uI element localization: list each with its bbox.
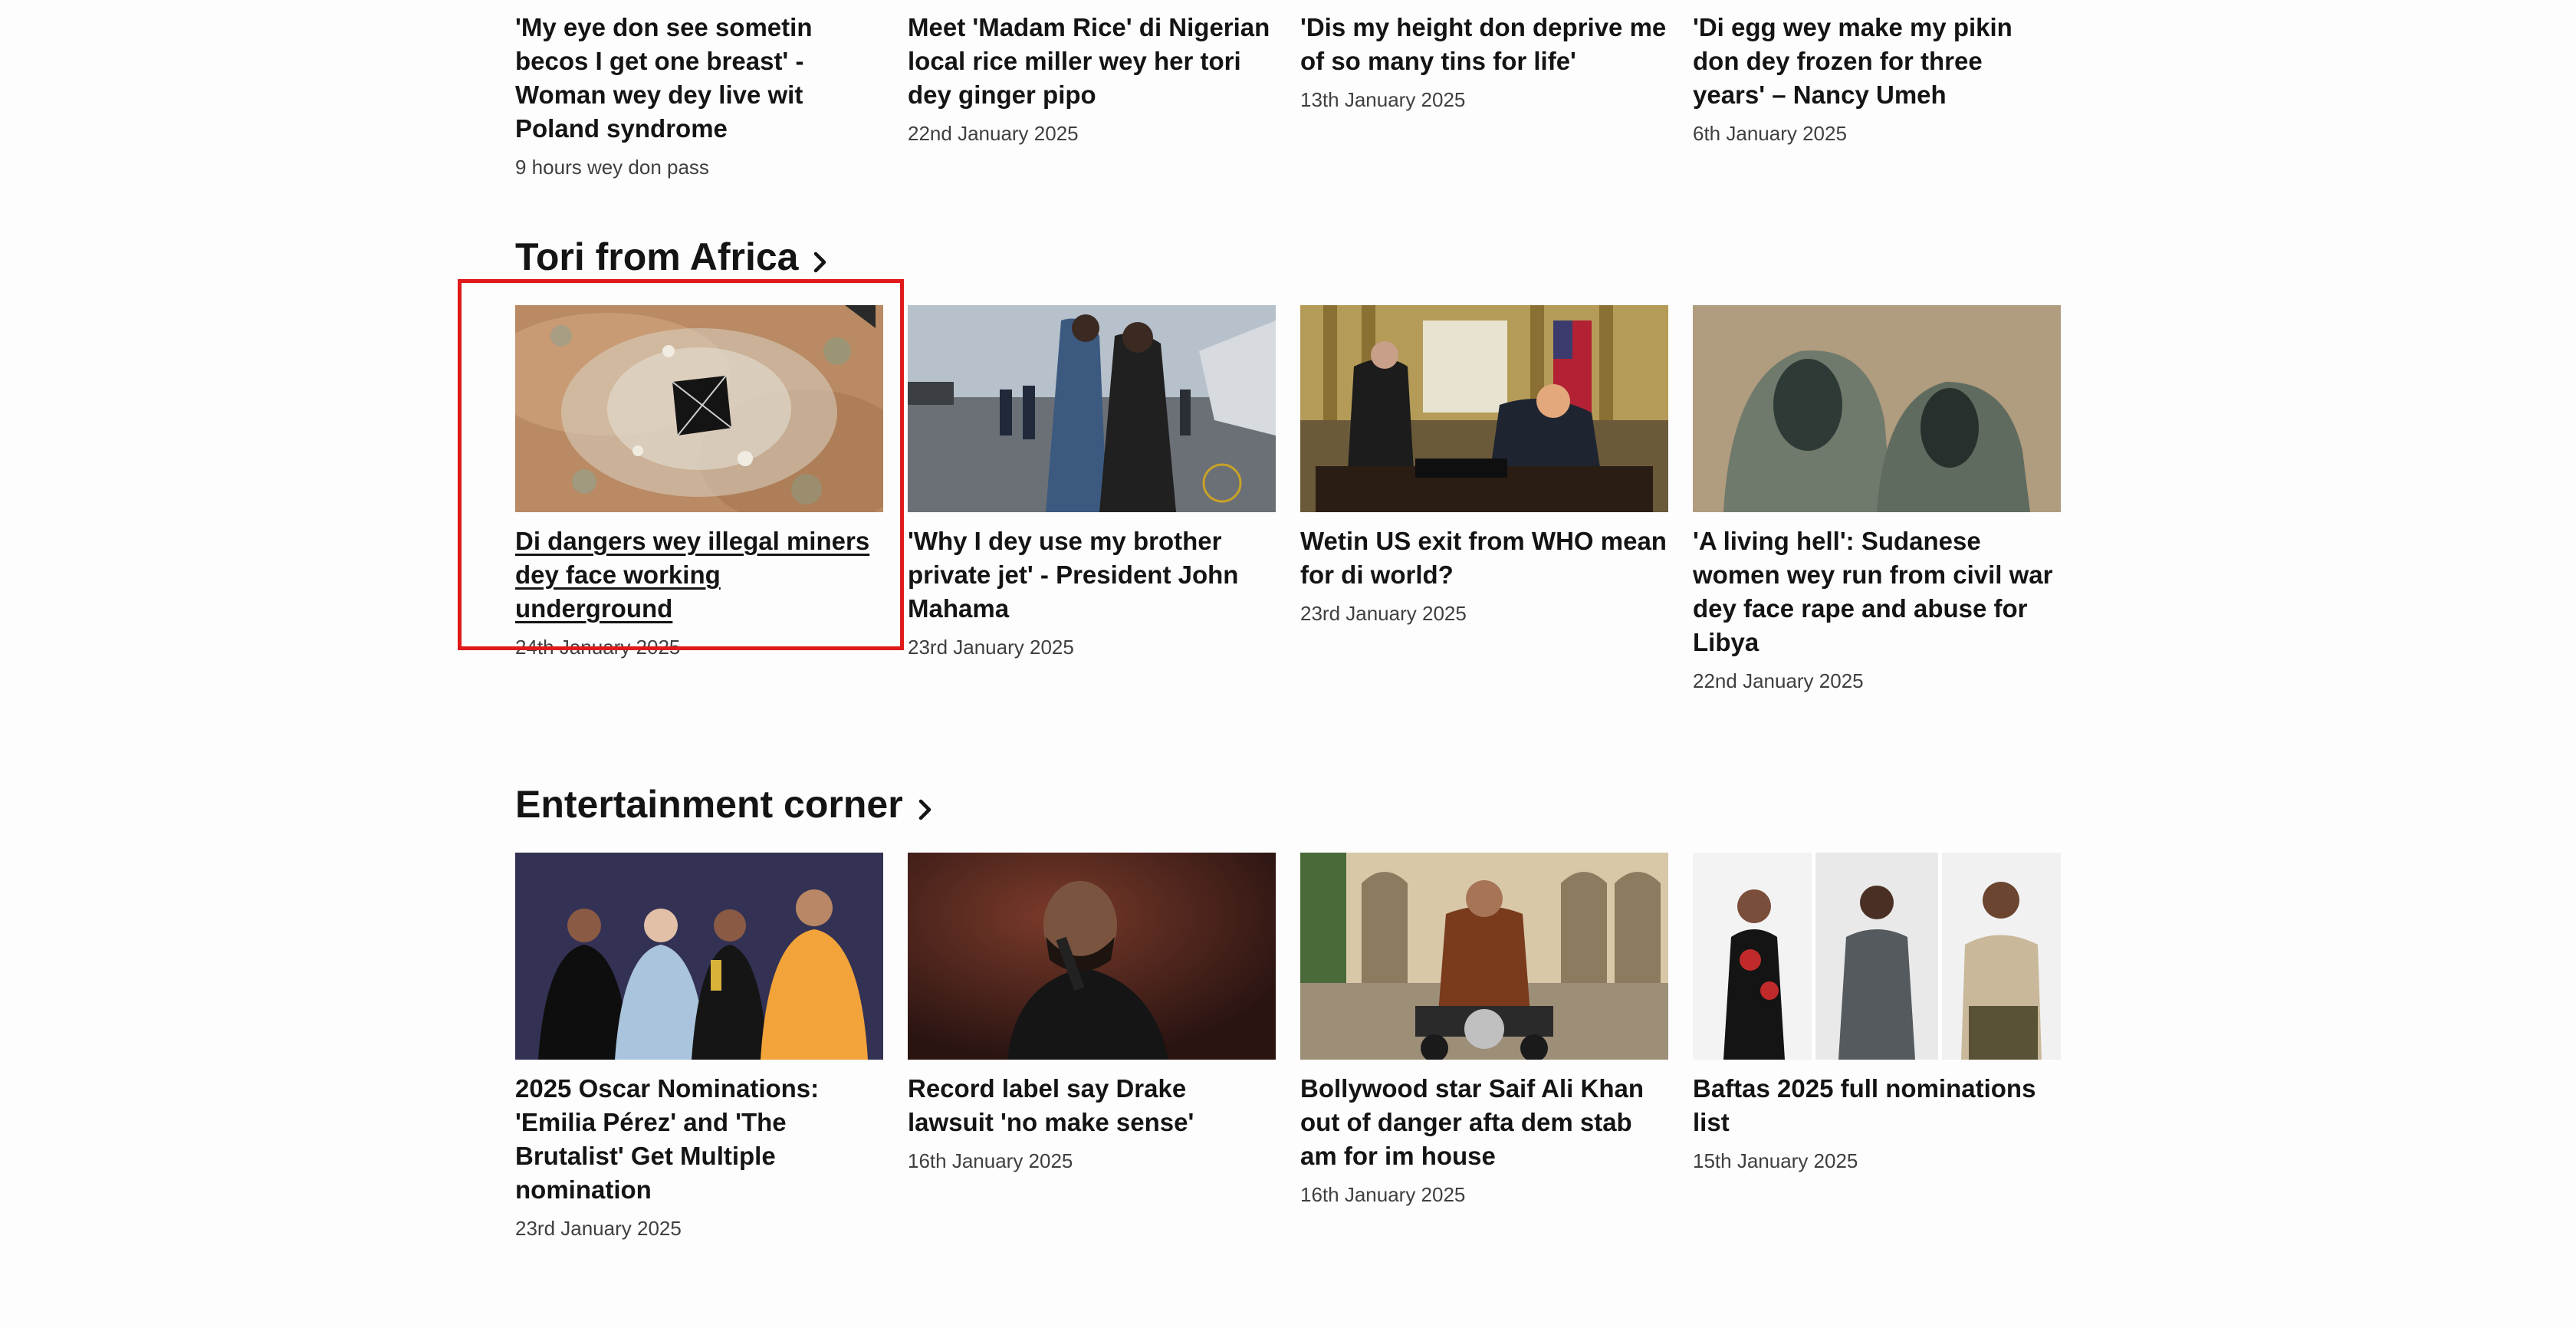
- story-card-drake-lawsuit[interactable]: Record label say Drake lawsuit 'no make …: [908, 853, 1276, 1241]
- story-card[interactable]: 'Di egg wey make my pikin don dey frozen…: [1693, 0, 2061, 179]
- story-date: 9 hours wey don pass: [515, 156, 709, 179]
- story-headline[interactable]: 'A living hell': Sudanese women wey run …: [1693, 512, 2061, 659]
- story-headline[interactable]: Di dangers wey illegal miners dey face w…: [515, 512, 883, 626]
- chevron-right-icon: [917, 785, 934, 831]
- story-card[interactable]: 'Dis my height don deprive me of so many…: [1300, 0, 1668, 179]
- story-card[interactable]: 'My eye don see sometin becos I get one …: [515, 0, 883, 179]
- story-date: 15th January 2025: [1693, 1149, 1858, 1172]
- story-date: 16th January 2025: [1300, 1183, 1466, 1206]
- story-headline[interactable]: 'Why I dey use my brother private jet' -…: [908, 512, 1276, 626]
- story-date: 16th January 2025: [908, 1149, 1073, 1172]
- story-card-mahama-jet[interactable]: 'Why I dey use my brother private jet' -…: [908, 305, 1276, 693]
- story-headline[interactable]: 'My eye don see sometin becos I get one …: [515, 0, 883, 146]
- story-image-oval-office-signing[interactable]: [1300, 305, 1668, 512]
- story-date: 6th January 2025: [1693, 122, 1847, 145]
- story-card-oscar-nominations[interactable]: 2025 Oscar Nominations: 'Emilia Pérez' a…: [515, 853, 883, 1241]
- story-headline[interactable]: 'Dis my height don deprive me of so many…: [1300, 0, 1668, 78]
- story-card[interactable]: Meet 'Madam Rice' di Nigerian local rice…: [908, 0, 1276, 179]
- story-date: 22nd January 2025: [908, 122, 1079, 145]
- section-title-africa[interactable]: Tori from Africa: [515, 230, 829, 284]
- story-headline[interactable]: 2025 Oscar Nominations: 'Emilia Pérez' a…: [515, 1060, 883, 1207]
- story-image-airport-handshake[interactable]: [908, 305, 1276, 512]
- story-headline[interactable]: Record label say Drake lawsuit 'no make …: [908, 1060, 1276, 1139]
- section-title-entertainment[interactable]: Entertainment corner: [515, 777, 934, 831]
- story-headline[interactable]: Bollywood star Saif Ali Khan out of dang…: [1300, 1060, 1668, 1173]
- story-date: 22nd January 2025: [1693, 669, 1864, 692]
- previous-section-row: 'My eye don see sometin becos I get one …: [515, 0, 2061, 179]
- section-title-label[interactable]: Tori from Africa: [515, 234, 798, 280]
- story-date: 23rd January 2025: [908, 636, 1074, 659]
- story-date: 24th January 2025: [515, 636, 681, 659]
- story-image-golden-globes-group[interactable]: [515, 853, 883, 1060]
- story-date: 13th January 2025: [1300, 88, 1466, 111]
- story-date: 23rd January 2025: [1300, 602, 1467, 625]
- story-card-illegal-miners[interactable]: Di dangers wey illegal miners dey face w…: [515, 305, 883, 693]
- story-headline[interactable]: Wetin US exit from WHO mean for di world…: [1300, 512, 1668, 592]
- story-date: 23rd January 2025: [515, 1217, 682, 1240]
- story-image-veiled-women-illustration[interactable]: [1693, 305, 2061, 512]
- story-image-rapper-on-stage[interactable]: [908, 853, 1276, 1060]
- africa-stories-row: Di dangers wey illegal miners dey face w…: [515, 305, 2061, 693]
- entertainment-stories-row: 2025 Oscar Nominations: 'Emilia Pérez' a…: [515, 853, 2061, 1241]
- story-image-aerial-mine-shaft[interactable]: [515, 305, 883, 512]
- story-headline[interactable]: 'Di egg wey make my pikin don dey frozen…: [1693, 0, 2061, 112]
- chevron-right-icon: [812, 238, 829, 284]
- story-headline[interactable]: Baftas 2025 full nominations list: [1693, 1060, 2061, 1139]
- story-card-sudanese-women[interactable]: 'A living hell': Sudanese women wey run …: [1693, 305, 2061, 693]
- story-card-us-who-exit[interactable]: Wetin US exit from WHO mean for di world…: [1300, 305, 1668, 693]
- story-image-three-nominees[interactable]: [1693, 853, 2061, 1060]
- story-headline[interactable]: Meet 'Madam Rice' di Nigerian local rice…: [908, 0, 1276, 112]
- section-title-label[interactable]: Entertainment corner: [515, 781, 903, 827]
- story-image-actor-on-motorbike[interactable]: [1300, 853, 1668, 1060]
- story-card-saif-ali-khan[interactable]: Bollywood star Saif Ali Khan out of dang…: [1300, 853, 1668, 1241]
- story-card-baftas-nominations[interactable]: Baftas 2025 full nominations list 15th J…: [1693, 853, 2061, 1241]
